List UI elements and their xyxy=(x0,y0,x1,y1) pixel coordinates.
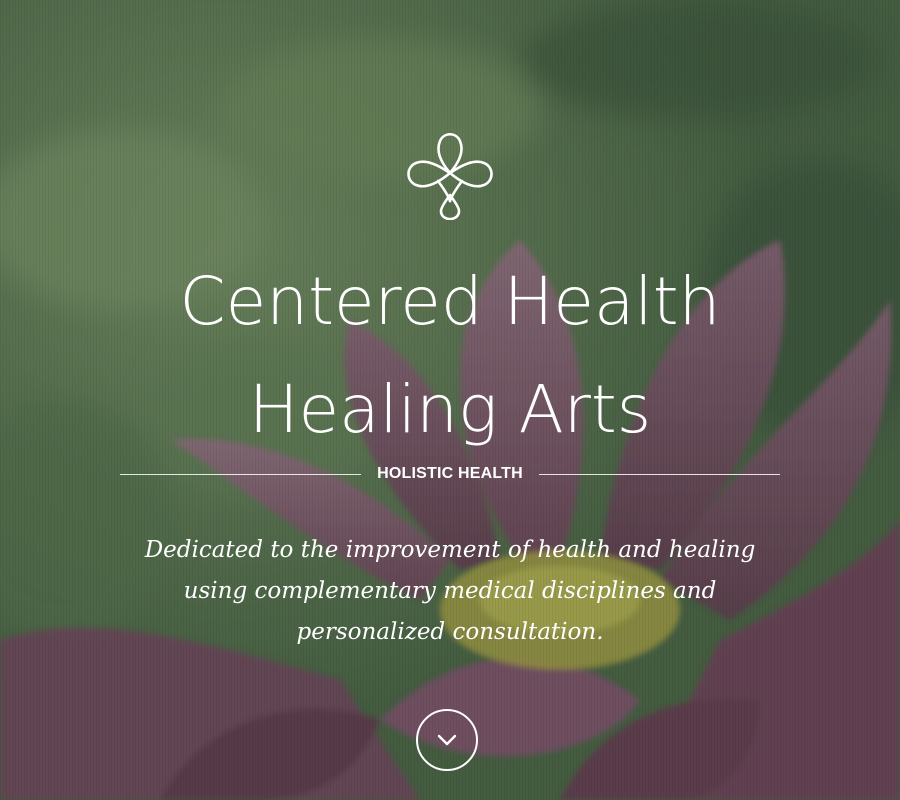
site-title: Centered Health Healing Arts xyxy=(0,248,900,464)
site-title-line-2: Healing Arts xyxy=(248,371,652,448)
tag-divider: HOLISTIC HEALTH xyxy=(120,462,780,486)
category-tag: HOLISTIC HEALTH xyxy=(377,465,523,482)
scroll-down-button[interactable] xyxy=(416,709,478,771)
celtic-knot-icon xyxy=(407,132,493,220)
hero-content: Centered Health Healing Arts HOLISTIC HE… xyxy=(0,0,900,800)
chevron-down-icon xyxy=(437,734,457,746)
divider-rule-right xyxy=(538,473,780,475)
hero-section: Centered Health Healing Arts HOLISTIC HE… xyxy=(0,0,900,800)
site-title-line-1: Centered Health xyxy=(179,263,721,340)
hero-tagline: Dedicated to the improvement of health a… xyxy=(144,537,756,645)
divider-rule-left xyxy=(120,473,362,475)
